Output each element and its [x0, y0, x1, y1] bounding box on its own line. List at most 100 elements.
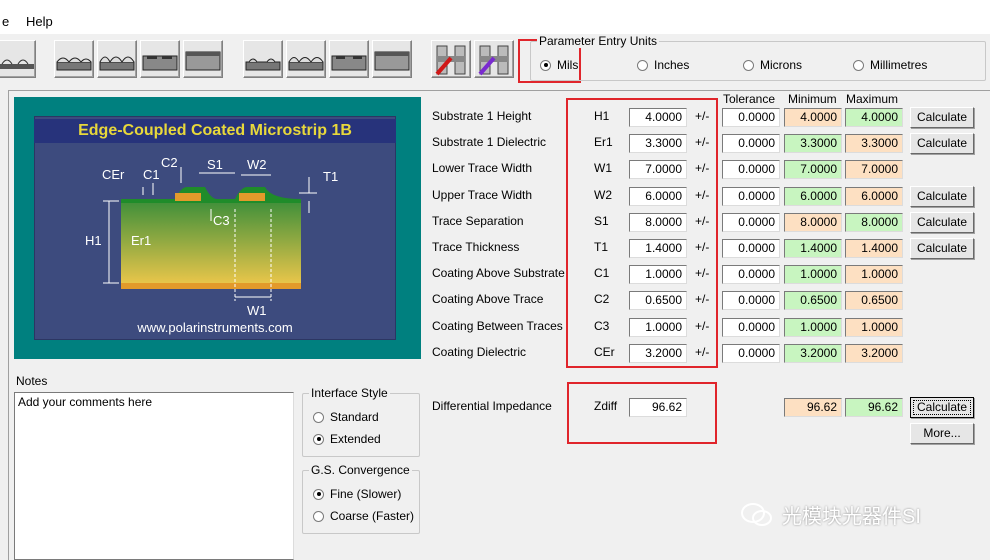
calculate-button-h1[interactable]: Calculate	[910, 107, 974, 128]
structure-button-9[interactable]	[372, 40, 412, 78]
structure-button-1[interactable]	[0, 40, 36, 78]
param-max-c3[interactable]: 1.0000	[845, 318, 903, 337]
param-value-w2[interactable]: 6.0000	[629, 187, 687, 206]
param-tolerance-s1[interactable]: 0.0000	[722, 213, 780, 232]
menu-item-help[interactable]: Help	[26, 14, 53, 29]
radio-icon	[743, 59, 754, 71]
more-button[interactable]: More...	[910, 423, 974, 444]
plus-minus-label: +/-	[695, 345, 710, 359]
param-max-cer[interactable]: 3.2000	[845, 344, 903, 363]
param-label-s1: Trace Separation	[432, 214, 524, 228]
edge-coupled-coated-icon	[288, 57, 324, 71]
impedance-max-field[interactable]: 96.62	[845, 398, 903, 417]
param-max-c2[interactable]: 0.6500	[845, 291, 903, 310]
interface-style-title: Interface Style	[309, 386, 390, 400]
label-c2: C2	[161, 155, 178, 170]
param-max-w1[interactable]: 7.0000	[845, 160, 903, 179]
convergence-title: G.S. Convergence	[309, 463, 412, 477]
column-header-maximum: Maximum	[846, 92, 899, 106]
param-symbol-w1: W1	[594, 161, 612, 175]
param-max-h1[interactable]: 4.0000	[845, 108, 903, 127]
radio-icon	[313, 510, 324, 522]
param-label-cer: Coating Dielectric	[432, 345, 527, 359]
units-microns-radio[interactable]: Microns	[743, 58, 802, 72]
plus-minus-label: +/-	[695, 240, 710, 254]
goal-seek-button-2[interactable]	[474, 40, 514, 78]
notes-textarea[interactable]: Add your comments here	[14, 392, 294, 560]
param-symbol-c1: C1	[594, 266, 610, 280]
units-inches-radio[interactable]: Inches	[637, 58, 689, 72]
structure-button-5[interactable]	[183, 40, 223, 78]
impedance-label: Differential Impedance	[432, 399, 552, 413]
param-tolerance-cer[interactable]: 0.0000	[722, 344, 780, 363]
param-max-s1[interactable]: 8.0000	[845, 213, 903, 232]
calculate-button-t1[interactable]: Calculate	[910, 238, 974, 259]
param-tolerance-c3[interactable]: 0.0000	[722, 318, 780, 337]
units-millimetres-radio[interactable]: Millimetres	[853, 58, 927, 72]
calculate-button-s1[interactable]: Calculate	[910, 212, 974, 233]
structure-button-6[interactable]	[243, 40, 283, 78]
param-tolerance-h1[interactable]: 0.0000	[722, 108, 780, 127]
interface-extended-radio[interactable]: Extended	[313, 432, 381, 446]
param-min-w2[interactable]: 6.0000	[784, 187, 842, 206]
param-tolerance-w1[interactable]: 0.0000	[722, 160, 780, 179]
calculate-button-w2[interactable]: Calculate	[910, 186, 974, 207]
param-label-h1: Substrate 1 Height	[432, 109, 532, 123]
param-value-cer[interactable]: 3.2000	[629, 344, 687, 363]
param-value-c1[interactable]: 1.0000	[629, 265, 687, 284]
param-value-c3[interactable]: 1.0000	[629, 318, 687, 337]
param-value-s1[interactable]: 8.0000	[629, 213, 687, 232]
label-t1: T1	[323, 169, 339, 184]
goal-seek-button-1[interactable]	[431, 40, 471, 78]
param-value-er1[interactable]: 3.3000	[629, 134, 687, 153]
watermark-text: 光模块光器件SI	[782, 506, 921, 528]
param-min-s1[interactable]: 8.0000	[784, 213, 842, 232]
param-tolerance-c2[interactable]: 0.0000	[722, 291, 780, 310]
structure-button-8[interactable]	[329, 40, 369, 78]
convergence-fine-radio[interactable]: Fine (Slower)	[313, 487, 401, 501]
diagram-title: Edge-Coupled Coated Microstrip 1B	[34, 119, 396, 143]
param-min-cer[interactable]: 3.2000	[784, 344, 842, 363]
param-min-t1[interactable]: 1.4000	[784, 239, 842, 258]
calculate-button-er1[interactable]: Calculate	[910, 133, 974, 154]
edge-coupled-embedded-icon	[374, 51, 410, 71]
interface-standard-radio[interactable]: Standard	[313, 410, 379, 424]
impedance-calculate-button[interactable]: Calculate	[910, 397, 974, 418]
param-value-t1[interactable]: 1.4000	[629, 239, 687, 258]
param-min-c1[interactable]: 1.0000	[784, 265, 842, 284]
param-min-er1[interactable]: 3.3000	[784, 134, 842, 153]
param-tolerance-w2[interactable]: 0.0000	[722, 187, 780, 206]
watermark: 光模块光器件SI	[740, 500, 921, 529]
param-max-t1[interactable]: 1.4000	[845, 239, 903, 258]
param-symbol-h1: H1	[594, 109, 610, 123]
param-value-w1[interactable]: 7.0000	[629, 160, 687, 179]
units-mils-radio[interactable]: Mils	[540, 58, 578, 72]
structure-button-2[interactable]	[54, 40, 94, 78]
param-max-c1[interactable]: 1.0000	[845, 265, 903, 284]
param-tolerance-t1[interactable]: 0.0000	[722, 239, 780, 258]
radio-icon	[313, 411, 324, 423]
menu-item-file[interactable]: e	[2, 14, 9, 29]
convergence-coarse-radio[interactable]: Coarse (Faster)	[313, 509, 414, 523]
param-tolerance-c1[interactable]: 0.0000	[722, 265, 780, 284]
impedance-min-field[interactable]: 96.62	[784, 398, 842, 417]
column-header-tolerance: Tolerance	[723, 92, 776, 106]
interface-style-group: Interface Style Standard Extended	[302, 386, 420, 457]
embedded-microstrip-icon	[142, 55, 178, 71]
param-max-w2[interactable]: 6.0000	[845, 187, 903, 206]
param-min-h1[interactable]: 4.0000	[784, 108, 842, 127]
structure-button-3[interactable]	[97, 40, 137, 78]
param-min-w1[interactable]: 7.0000	[784, 160, 842, 179]
structure-button-4[interactable]	[140, 40, 180, 78]
param-min-c2[interactable]: 0.6500	[784, 291, 842, 310]
param-max-er1[interactable]: 3.3000	[845, 134, 903, 153]
plus-minus-label: +/-	[695, 292, 710, 306]
param-tolerance-er1[interactable]: 0.0000	[722, 134, 780, 153]
param-value-h1[interactable]: 4.0000	[629, 108, 687, 127]
column-header-minimum: Minimum	[788, 92, 837, 106]
param-min-c3[interactable]: 1.0000	[784, 318, 842, 337]
label-er1: Er1	[131, 233, 152, 248]
structure-button-7[interactable]	[286, 40, 326, 78]
param-value-c2[interactable]: 0.6500	[629, 291, 687, 310]
edge-coupled-icon	[245, 58, 281, 71]
